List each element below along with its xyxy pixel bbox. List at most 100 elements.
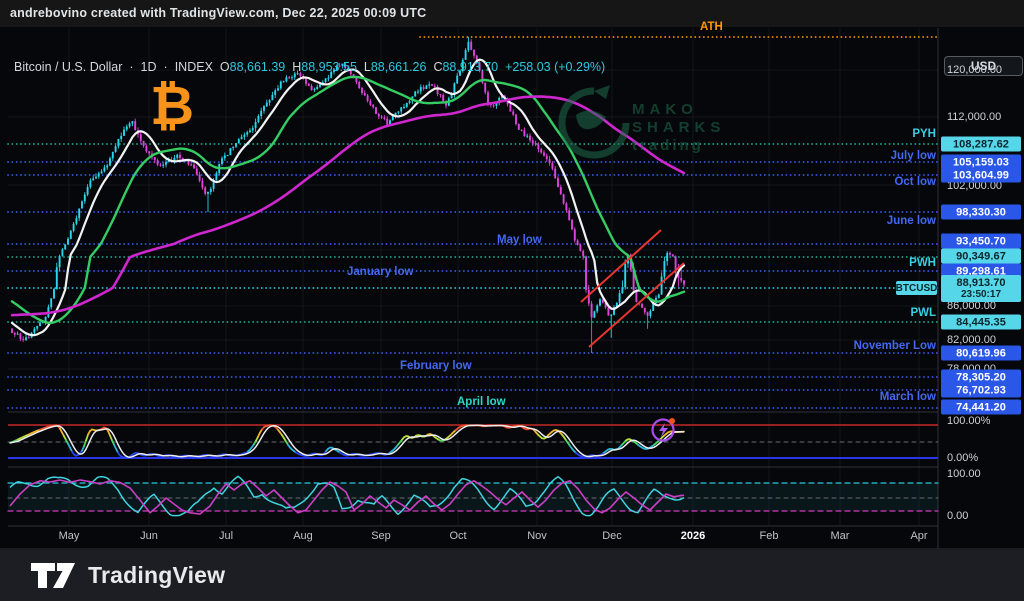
candle-body: [546, 156, 548, 160]
tradingview-chart-window: andrebovino created with TradingView.com…: [0, 0, 1024, 601]
candle-body: [36, 326, 38, 329]
candle-body: [369, 101, 371, 105]
tradingview-logo-icon[interactable]: [30, 562, 76, 589]
candle-body: [25, 337, 27, 339]
candle-body: [375, 107, 377, 114]
pane2-band-fill: [8, 483, 938, 511]
price-scale-label: 100.00%: [947, 415, 990, 427]
flash-reaction-icon[interactable]: [650, 415, 678, 443]
candle-body: [484, 83, 486, 93]
candle-body: [199, 175, 201, 181]
candle-body: [78, 209, 80, 219]
candle-body: [521, 130, 523, 131]
candle-body: [624, 264, 626, 288]
level-label-pyh: PYH: [912, 128, 936, 140]
candle-body: [515, 115, 517, 124]
time-axis-label-dec[interactable]: Dec: [602, 530, 622, 542]
exchange: INDEX: [175, 60, 213, 74]
chart-canvas[interactable]: MAKO SHARKS trading ₿ Bitcoin / U.S. Dol…: [0, 27, 1024, 550]
candle-body: [355, 78, 357, 82]
candle-body: [554, 169, 556, 178]
candle-body: [19, 334, 21, 339]
candle-body: [263, 106, 265, 111]
candle-body: [22, 339, 24, 340]
candle-body: [585, 256, 587, 289]
candle-body: [431, 84, 433, 85]
time-axis-label-mar[interactable]: Mar: [831, 530, 850, 542]
candle-body: [95, 177, 97, 179]
candle-body: [64, 244, 66, 249]
symbol-name[interactable]: Bitcoin / U.S. Dollar: [14, 60, 122, 74]
time-axis-label-apr[interactable]: Apr: [910, 530, 927, 542]
time-axis-label-sep[interactable]: Sep: [371, 530, 391, 542]
candle-body: [129, 123, 131, 126]
candle-body: [162, 165, 164, 166]
price-scale-label: 0.00: [947, 510, 968, 522]
candle-body: [260, 111, 262, 116]
time-axis-label-aug[interactable]: Aug: [293, 530, 313, 542]
pane1-oscillator: [84, 441, 86, 447]
level-label-february-low: February low: [400, 360, 472, 372]
time-axis-label-jun[interactable]: Jun: [140, 530, 158, 542]
candle-body: [204, 188, 206, 194]
time-axis-label-oct[interactable]: Oct: [449, 530, 466, 542]
candle-body: [61, 249, 63, 256]
candle-body: [568, 210, 570, 220]
candle-body: [291, 77, 293, 78]
time-axis-label-jul[interactable]: Jul: [219, 530, 233, 542]
candle-body: [224, 155, 226, 158]
time-axis-label-nov[interactable]: Nov: [527, 530, 547, 542]
candle-body: [518, 124, 520, 130]
candle-body: [109, 158, 111, 165]
candle-body: [210, 189, 212, 192]
candle-body: [283, 81, 285, 82]
candle-body: [288, 77, 290, 78]
candle-body: [308, 84, 310, 86]
ohlc-open: O88,661.39: [220, 60, 285, 74]
current-price: 88,913.70: [957, 277, 1006, 289]
candle-body: [176, 155, 178, 158]
candle-body: [285, 77, 287, 81]
candle-body: [257, 116, 259, 122]
candle-body: [59, 256, 61, 267]
pane1-signal-line: [10, 425, 684, 457]
candle-body: [381, 116, 383, 117]
candle-body: [423, 87, 425, 89]
candle-body: [414, 92, 416, 97]
time-axis-label-2026[interactable]: 2026: [681, 530, 705, 542]
candle-body: [196, 169, 198, 175]
candle-body: [53, 289, 55, 298]
candle-body: [596, 305, 598, 311]
timeframe[interactable]: 1D: [141, 60, 157, 74]
ohlc-low: L88,661.26: [364, 60, 427, 74]
candle-body: [400, 107, 402, 111]
price-badge: 90,349.67: [941, 249, 1021, 264]
time-axis-label-feb[interactable]: Feb: [760, 530, 779, 542]
candle-body: [619, 293, 621, 303]
candle-body: [406, 103, 408, 107]
candle-body: [378, 114, 380, 116]
candle-body: [364, 93, 366, 95]
candle-body: [535, 143, 537, 144]
candle-body: [593, 311, 595, 317]
candle-body: [661, 277, 663, 295]
candle-body: [154, 157, 156, 160]
candle-body: [420, 87, 422, 91]
candle-body: [145, 146, 147, 151]
candle-body: [249, 130, 251, 132]
level-label-january-low: January low: [347, 266, 413, 278]
candle-body: [229, 148, 231, 155]
tradingview-brand-name[interactable]: TradingView: [88, 562, 225, 589]
candle-body: [131, 121, 133, 123]
price-scale-label: 100.00: [947, 468, 981, 480]
candle-body: [327, 78, 329, 79]
candle-body: [358, 82, 360, 88]
candle-body: [274, 90, 276, 94]
level-label-november-low: November Low: [854, 340, 936, 352]
time-axis-label-may[interactable]: May: [59, 530, 80, 542]
price-badge: 84,445.35: [941, 315, 1021, 330]
candle-body: [56, 267, 58, 289]
candle-body: [70, 231, 72, 239]
candle-body: [165, 162, 167, 165]
candle-body: [243, 135, 245, 137]
